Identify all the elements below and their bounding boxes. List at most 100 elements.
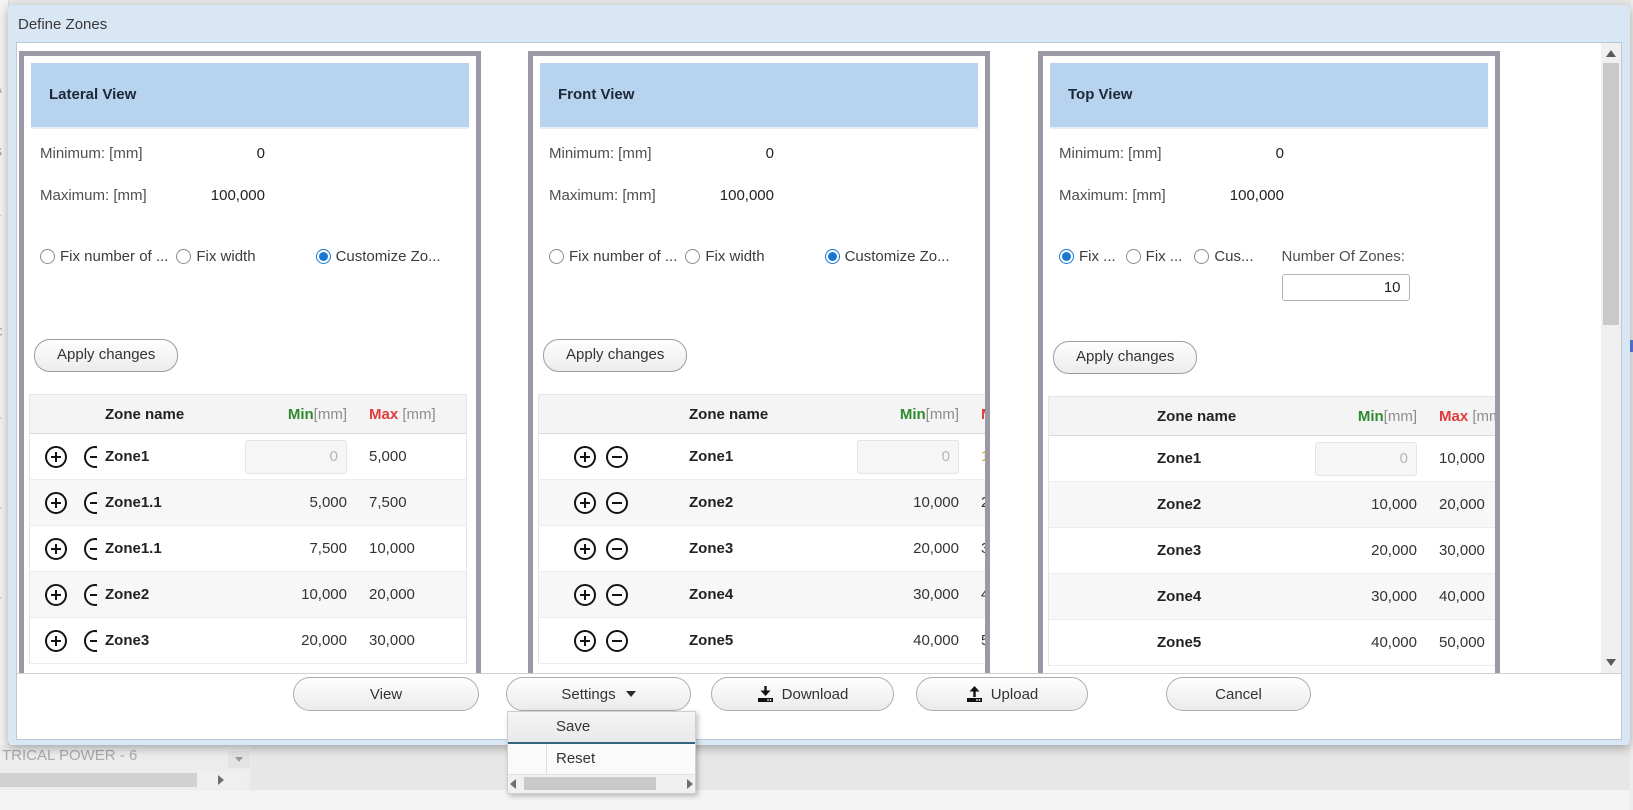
menu-item-save[interactable]: Save	[508, 712, 695, 744]
add-zone-icon[interactable]	[45, 445, 67, 468]
scroll-up-button[interactable]	[1601, 45, 1621, 62]
add-zone-icon[interactable]	[45, 537, 67, 560]
remove-zone-icon[interactable]	[606, 629, 628, 652]
scrollbar-thumb[interactable]	[1603, 63, 1619, 325]
add-zone-icon[interactable]	[574, 583, 596, 606]
upload-button[interactable]: Upload	[916, 677, 1088, 711]
maximum-label: Maximum: [mm]	[1059, 187, 1166, 204]
zones-table-header: Zone name Min [mm] Max [mm]	[539, 395, 985, 434]
background-horizontal-scrollbar[interactable]	[0, 771, 247, 789]
add-zone-icon[interactable]	[574, 629, 596, 652]
apply-changes-button[interactable]: Apply changes	[1053, 341, 1198, 374]
minimum-value: 0	[765, 145, 774, 162]
radio-icon[interactable]	[1194, 249, 1210, 264]
scrollbar-thumb[interactable]	[0, 773, 197, 787]
min-value-input	[245, 439, 347, 474]
panel-header: Lateral View	[31, 63, 469, 129]
remove-zone-icon[interactable]	[606, 583, 628, 606]
remove-zone-icon[interactable]	[84, 583, 97, 606]
scroll-down-button[interactable]	[1601, 654, 1621, 671]
panel-title: Front View	[558, 86, 635, 103]
upload-icon	[966, 686, 983, 702]
table-row: Zone2 10,000 20,000	[1049, 482, 1495, 528]
remove-zone-icon[interactable]	[84, 445, 97, 468]
zones-table-header: Zone name Min [mm] Max [mm]	[30, 395, 466, 434]
background-dropdown-caret[interactable]	[228, 751, 250, 768]
scroll-left-icon[interactable]	[510, 779, 516, 789]
add-zone-icon[interactable]	[574, 537, 596, 560]
apply-changes-button[interactable]: Apply changes	[34, 339, 179, 372]
add-zone-icon[interactable]	[574, 491, 596, 514]
view-button[interactable]: View	[293, 677, 479, 711]
menu-horizontal-scrollbar[interactable]	[508, 774, 695, 793]
background-panel-label: TRICAL POWER - 6	[2, 747, 138, 764]
scroll-right-button[interactable]	[213, 771, 229, 789]
radio-icon[interactable]	[685, 249, 701, 264]
add-zone-icon[interactable]	[574, 445, 596, 468]
radio-icon[interactable]	[40, 249, 55, 264]
table-row: Zone4 30,000 40,000	[539, 572, 985, 618]
cancel-button[interactable]: Cancel	[1166, 677, 1311, 711]
dialog-content: Lateral View Minimum: [mm] 0 Maximum: [mm…	[16, 42, 1622, 740]
panel-lateral-view: Lateral View Minimum: [mm] 0 Maximum: [mm…	[19, 51, 481, 739]
dialog-footer: View Settings Download Upload Cancel	[17, 673, 1621, 739]
radio-fix-number-of-zones[interactable]: Fix ...	[1059, 248, 1116, 265]
minimum-label: Minimum: [mm]	[1059, 145, 1162, 162]
minimum-value: 0	[1275, 145, 1284, 162]
download-button[interactable]: Download	[711, 677, 894, 711]
remove-zone-icon[interactable]	[84, 537, 97, 560]
table-row: Zone1 10,000	[539, 434, 985, 480]
radio-icon[interactable]	[176, 249, 192, 264]
radio-fix-number-of-zones[interactable]: Fix number of ...	[549, 248, 677, 265]
remove-zone-icon[interactable]	[84, 629, 97, 652]
chevron-down-icon	[235, 757, 243, 762]
radio-icon[interactable]	[549, 249, 564, 264]
radio-icon-selected[interactable]	[1059, 249, 1074, 264]
zones-table: Zone name Min [mm] Max [mm] Zone1 5,000 …	[29, 394, 467, 664]
radio-fix-number-of-zones[interactable]: Fix number of ...	[40, 248, 168, 265]
number-of-zones-input[interactable]	[1281, 274, 1410, 301]
zones-table: Zone name Min [mm] Max [mm] Zone1 10,000…	[1048, 396, 1495, 666]
maximum-label: Maximum: [mm]	[40, 187, 147, 204]
remove-zone-icon[interactable]	[606, 537, 628, 560]
apply-changes-button[interactable]: Apply changes	[543, 339, 688, 372]
dialog-title: Define Zones	[18, 16, 108, 33]
scroll-up-icon	[1606, 50, 1616, 57]
settings-button[interactable]: Settings	[506, 677, 691, 711]
min-value-input	[857, 439, 959, 474]
add-zone-icon[interactable]	[45, 583, 67, 606]
panel-top-view: Top View Minimum: [mm] 0 Maximum: [mm] 100…	[1038, 51, 1500, 739]
radio-customize-zones[interactable]: Cus...	[1194, 248, 1254, 265]
panel-front-view: Front View Minimum: [mm] 0 Maximum: [mm] 1…	[528, 51, 990, 739]
scrollbar-thumb[interactable]	[524, 777, 656, 790]
minimum-label: Minimum: [mm]	[549, 145, 652, 162]
remove-zone-icon[interactable]	[606, 445, 628, 468]
panel-title: Lateral View	[49, 86, 137, 103]
radio-fix-width[interactable]: Fix width	[176, 248, 256, 265]
radio-fix-width[interactable]: Fix width	[685, 248, 765, 265]
radio-customize-zones[interactable]: Customize Zo...	[315, 248, 441, 265]
radio-icon-selected[interactable]	[315, 249, 331, 264]
scroll-down-icon	[1606, 659, 1616, 666]
add-zone-icon[interactable]	[45, 491, 67, 514]
menu-item-reset[interactable]: Reset	[508, 744, 695, 774]
maximum-value: 100,000	[210, 187, 265, 204]
table-row: Zone3 20,000 30,000	[30, 618, 466, 664]
settings-dropdown-menu: Save Reset	[507, 711, 696, 794]
table-row: Zone5 40,000 50,000	[1049, 620, 1495, 666]
radio-fix-width[interactable]: Fix ...	[1125, 248, 1182, 265]
add-zone-icon[interactable]	[45, 629, 67, 652]
caret-down-icon	[625, 691, 636, 697]
radio-icon-selected[interactable]	[824, 249, 840, 264]
minimum-value: 0	[256, 145, 265, 162]
radio-customize-zones[interactable]: Customize Zo...	[824, 248, 950, 265]
define-zones-dialog: Define Zones Lateral View Minimum: [mm] 0…	[8, 5, 1630, 794]
table-row: Zone1.1 5,000 7,500	[30, 480, 466, 526]
remove-zone-icon[interactable]	[84, 491, 97, 514]
remove-zone-icon[interactable]	[606, 491, 628, 514]
panel-title: Top View	[1068, 86, 1133, 103]
scroll-right-icon[interactable]	[687, 779, 693, 789]
dialog-vertical-scrollbar[interactable]	[1601, 43, 1621, 673]
radio-icon[interactable]	[1125, 249, 1141, 264]
table-row: Zone5 40,000 50,000	[539, 618, 985, 664]
